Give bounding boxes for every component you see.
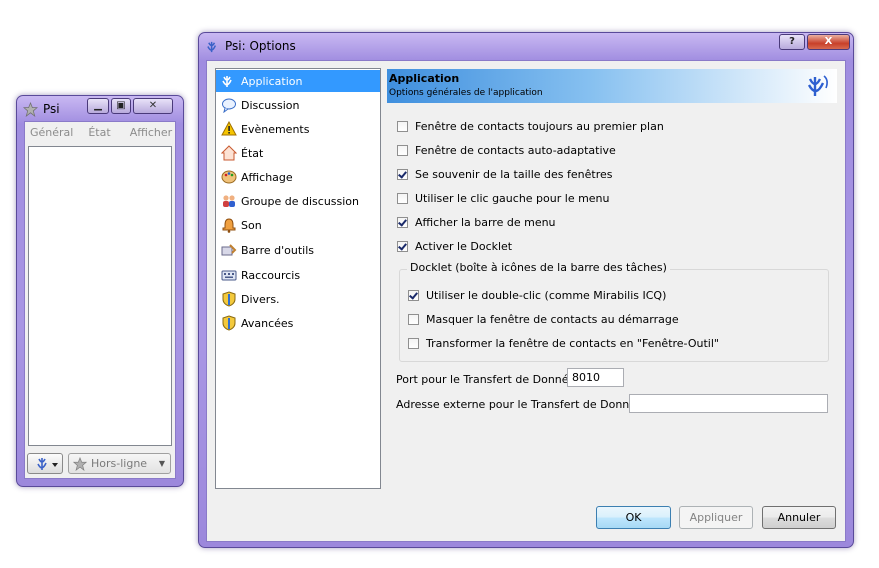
docklet-group-title: Docklet (boîte à icônes de la barre des … (407, 261, 670, 274)
nav-label: Son (241, 218, 262, 232)
option-auto-resize[interactable]: Fenêtre de contacts auto-adaptative (397, 144, 616, 157)
checkbox[interactable] (408, 338, 419, 349)
psi-roster-window: Psi ▁ ▣ ✕ Général État Afficher Hors-lig… (16, 95, 184, 487)
psi-logo-icon (207, 41, 217, 53)
external-address-label: Adresse externe pour le Transfert de Don… (396, 398, 653, 411)
nav-item-evenements[interactable]: Evènements (216, 118, 380, 140)
shield-icon (221, 291, 237, 307)
nav-label: État (241, 146, 264, 160)
nav-item-affichage[interactable]: Affichage (216, 166, 380, 188)
option-label: Fenêtre de contacts toujours au premier … (415, 120, 664, 133)
checkbox[interactable] (408, 290, 419, 301)
nav-label: Discussion (241, 98, 300, 112)
external-address-field[interactable] (629, 394, 828, 413)
option-label: Masquer la fenêtre de contacts au démarr… (426, 313, 679, 326)
maximize-button[interactable]: ▣ (111, 98, 131, 114)
nav-label: Barre d'outils (241, 243, 315, 257)
checkbox[interactable] (397, 169, 408, 180)
house-icon (221, 145, 237, 161)
nav-label: Avancées (241, 316, 294, 330)
nav-item-divers[interactable]: Divers. (216, 288, 380, 310)
checkbox[interactable] (397, 193, 408, 204)
roster-client: Général État Afficher Hors-ligne ▼ (24, 121, 176, 479)
category-list: Application Discussion Evènements État A… (215, 68, 381, 489)
option-label: Transformer la fenêtre de contacts en "F… (426, 337, 719, 350)
nav-item-etat[interactable]: État (216, 142, 380, 164)
close-button[interactable]: ✕ (133, 98, 173, 114)
port-label: Port pour le Transfert de Données: (396, 373, 585, 386)
status-label: Hors-ligne (91, 457, 148, 470)
option-label: Afficher la barre de menu (415, 216, 556, 229)
menu-afficher[interactable]: Afficher (116, 122, 177, 142)
toolbar-icon (221, 242, 237, 258)
psi-logo-icon (37, 458, 58, 470)
menubar: Général État Afficher (25, 122, 175, 142)
apply-button[interactable]: Appliquer (679, 506, 753, 529)
minimize-button[interactable]: ▁ (87, 98, 109, 114)
option-label: Utiliser le double-clic (comme Mirabilis… (426, 289, 667, 302)
option-label: Fenêtre de contacts auto-adaptative (415, 144, 616, 157)
nav-item-raccourcis[interactable]: Raccourcis (216, 264, 380, 286)
nav-item-discussion[interactable]: Discussion (216, 94, 380, 116)
contact-list[interactable] (28, 146, 172, 446)
roster-bottom-bar: Hors-ligne ▼ (27, 453, 171, 475)
checkbox[interactable] (397, 241, 408, 252)
help-button[interactable]: ? (779, 34, 805, 50)
ok-button[interactable]: OK (596, 506, 671, 529)
nav-label: Groupe de discussion (241, 194, 360, 208)
nav-item-avancees[interactable]: Avancées (216, 312, 380, 334)
star-status-icon (23, 102, 38, 117)
window-title: Psi (43, 102, 60, 116)
close-button[interactable]: X (807, 34, 850, 50)
option-show-menubar[interactable]: Afficher la barre de menu (397, 216, 556, 229)
option-left-click-menu[interactable]: Utiliser le clic gauche pour le menu (397, 192, 610, 205)
warning-icon (221, 121, 237, 137)
options-window: Psi: Options ? X Application Discussion (198, 32, 854, 548)
checkbox[interactable] (397, 121, 408, 132)
option-tool-window[interactable]: Transformer la fenêtre de contacts en "F… (408, 337, 719, 350)
psi-logo-icon (221, 73, 237, 89)
psi-logo-icon (807, 75, 828, 96)
option-label: Se souvenir de la taille des fenêtres (415, 168, 613, 181)
option-label: Activer le Docklet (415, 240, 513, 253)
menu-etat[interactable]: État (78, 122, 115, 142)
nav-label: Affichage (241, 170, 293, 184)
nav-item-groupe[interactable]: Groupe de discussion (216, 190, 380, 212)
option-hide-on-start[interactable]: Masquer la fenêtre de contacts au démarr… (408, 313, 679, 326)
page-header: Application Options générales de l'appli… (387, 69, 837, 103)
nav-label: Evènements (241, 122, 310, 136)
option-label: Utiliser le clic gauche pour le menu (415, 192, 610, 205)
option-always-on-top[interactable]: Fenêtre de contacts toujours au premier … (397, 120, 664, 133)
checkbox[interactable] (408, 314, 419, 325)
group-users-icon (221, 193, 237, 209)
speech-bubble-icon (221, 97, 237, 113)
page-title: Application (389, 72, 460, 85)
nav-item-barre-outils[interactable]: Barre d'outils (216, 239, 380, 261)
window-title: Psi: Options (225, 39, 296, 53)
page-subtitle: Options générales de l'application (389, 88, 543, 98)
nav-label: Raccourcis (241, 268, 301, 282)
checkbox[interactable] (397, 217, 408, 228)
menu-general[interactable]: Général (25, 122, 78, 142)
star-status-icon (73, 457, 87, 471)
nav-item-application[interactable]: Application (216, 70, 380, 92)
checkbox[interactable] (397, 145, 408, 156)
nav-label: Divers. (241, 292, 280, 306)
nav-label: Application (241, 74, 303, 88)
port-field[interactable]: 8010 (567, 368, 624, 387)
option-enable-docklet[interactable]: Activer le Docklet (397, 240, 512, 253)
option-remember-size[interactable]: Se souvenir de la taille des fenêtres (397, 168, 612, 181)
nav-item-son[interactable]: Son (216, 214, 380, 236)
bell-icon (221, 217, 237, 233)
options-client: Application Discussion Evènements État A… (206, 60, 846, 542)
option-double-click[interactable]: Utiliser le double-clic (comme Mirabilis… (408, 289, 666, 302)
chevron-down-icon: ▼ (158, 459, 165, 468)
status-selector[interactable]: Hors-ligne ▼ (68, 453, 171, 474)
shield-icon (221, 315, 237, 331)
palette-icon (221, 169, 237, 185)
keyboard-icon (221, 267, 237, 283)
main-menu-button[interactable] (27, 453, 63, 474)
cancel-button[interactable]: Annuler (762, 506, 836, 529)
